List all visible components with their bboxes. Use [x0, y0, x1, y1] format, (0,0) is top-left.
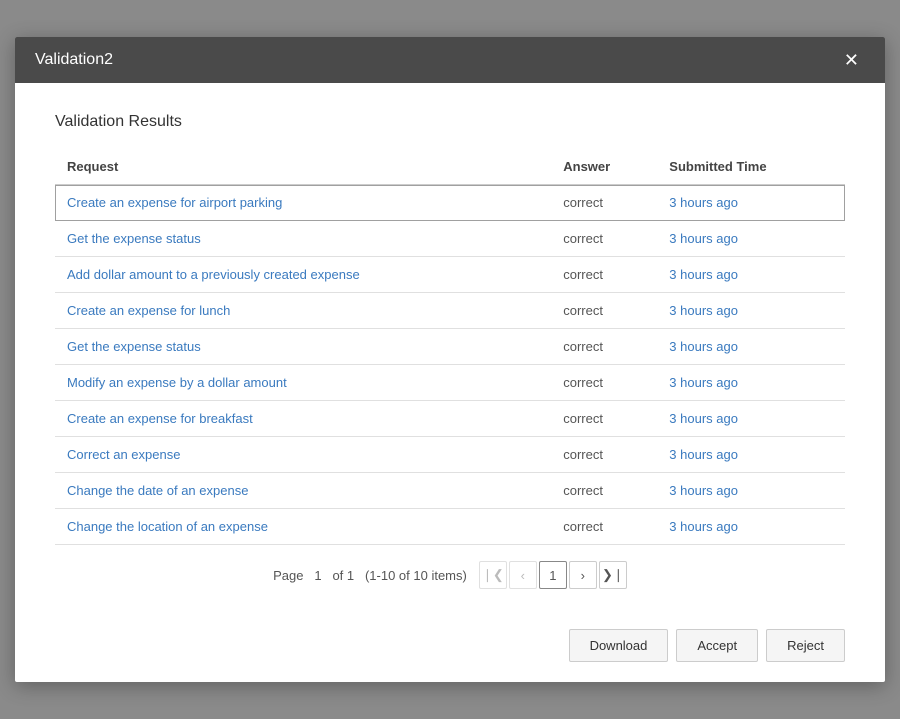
table-row[interactable]: Change the location of an expensecorrect…	[55, 509, 845, 545]
cell-answer: correct	[553, 509, 659, 545]
table-row[interactable]: Create an expense for airport parkingcor…	[55, 185, 845, 221]
close-button[interactable]: ✕	[838, 49, 865, 71]
table-row[interactable]: Add dollar amount to a previously create…	[55, 257, 845, 293]
page-1-button[interactable]: 1	[539, 561, 567, 589]
cell-time: 3 hours ago	[659, 365, 845, 401]
cell-request: Change the location of an expense	[55, 509, 553, 545]
cell-request: Add dollar amount to a previously create…	[55, 257, 553, 293]
table-body: Create an expense for airport parkingcor…	[55, 185, 845, 545]
last-page-button[interactable]: ❯❘	[599, 561, 627, 589]
cell-answer: correct	[553, 257, 659, 293]
page-label: Page	[273, 568, 303, 583]
modal-title: Validation2	[35, 51, 113, 69]
col-header-time: Submitted Time	[659, 151, 845, 185]
cell-request: Modify an expense by a dollar amount	[55, 365, 553, 401]
cell-answer: correct	[553, 365, 659, 401]
reject-button[interactable]: Reject	[766, 629, 845, 662]
cell-answer: correct	[553, 185, 659, 221]
range-label: (1-10 of 10 items)	[365, 568, 467, 583]
modal-footer: Download Accept Reject	[15, 619, 885, 682]
next-page-button[interactable]: ›	[569, 561, 597, 589]
table-row[interactable]: Modify an expense by a dollar amountcorr…	[55, 365, 845, 401]
cell-answer: correct	[553, 437, 659, 473]
cell-request: Create an expense for lunch	[55, 293, 553, 329]
cell-answer: correct	[553, 221, 659, 257]
cell-time: 3 hours ago	[659, 473, 845, 509]
cell-time: 3 hours ago	[659, 401, 845, 437]
prev-page-button[interactable]: ‹	[509, 561, 537, 589]
table-row[interactable]: Change the date of an expensecorrect3 ho…	[55, 473, 845, 509]
cell-answer: correct	[553, 293, 659, 329]
cell-request: Get the expense status	[55, 221, 553, 257]
section-title: Validation Results	[55, 113, 845, 131]
col-header-request: Request	[55, 151, 553, 185]
of-label: of 1	[332, 568, 354, 583]
download-button[interactable]: Download	[569, 629, 669, 662]
modal-header: Validation2 ✕	[15, 37, 885, 83]
cell-request: Create an expense for breakfast	[55, 401, 553, 437]
table-header: Request Answer Submitted Time	[55, 151, 845, 185]
table-row[interactable]: Get the expense statuscorrect3 hours ago	[55, 221, 845, 257]
first-page-button[interactable]: ❘❮	[479, 561, 507, 589]
cell-answer: correct	[553, 473, 659, 509]
table-row[interactable]: Create an expense for lunchcorrect3 hour…	[55, 293, 845, 329]
cell-time: 3 hours ago	[659, 293, 845, 329]
modal-body: Validation Results Request Answer Submit…	[15, 83, 885, 619]
cell-time: 3 hours ago	[659, 257, 845, 293]
cell-request: Change the date of an expense	[55, 473, 553, 509]
modal-dialog: Validation2 ✕ Validation Results Request…	[15, 37, 885, 682]
cell-time: 3 hours ago	[659, 221, 845, 257]
pagination: Page 1 of 1 (1-10 of 10 items) ❘❮ ‹ 1 › …	[55, 545, 845, 599]
cell-time: 3 hours ago	[659, 509, 845, 545]
table-row[interactable]: Get the expense statuscorrect3 hours ago	[55, 329, 845, 365]
cell-request: Create an expense for airport parking	[55, 185, 553, 221]
results-table: Request Answer Submitted Time Create an …	[55, 151, 845, 545]
cell-time: 3 hours ago	[659, 437, 845, 473]
modal-overlay: Validation2 ✕ Validation Results Request…	[0, 0, 900, 719]
pagination-text: Page 1 of 1 (1-10 of 10 items)	[273, 568, 467, 583]
cell-answer: correct	[553, 401, 659, 437]
cell-time: 3 hours ago	[659, 185, 845, 221]
cell-request: Correct an expense	[55, 437, 553, 473]
cell-time: 3 hours ago	[659, 329, 845, 365]
cell-request: Get the expense status	[55, 329, 553, 365]
accept-button[interactable]: Accept	[676, 629, 758, 662]
current-page: 1	[314, 568, 321, 583]
table-row[interactable]: Correct an expensecorrect3 hours ago	[55, 437, 845, 473]
pagination-nav: ❘❮ ‹ 1 › ❯❘	[479, 561, 627, 589]
col-header-answer: Answer	[553, 151, 659, 185]
table-row[interactable]: Create an expense for breakfastcorrect3 …	[55, 401, 845, 437]
cell-answer: correct	[553, 329, 659, 365]
